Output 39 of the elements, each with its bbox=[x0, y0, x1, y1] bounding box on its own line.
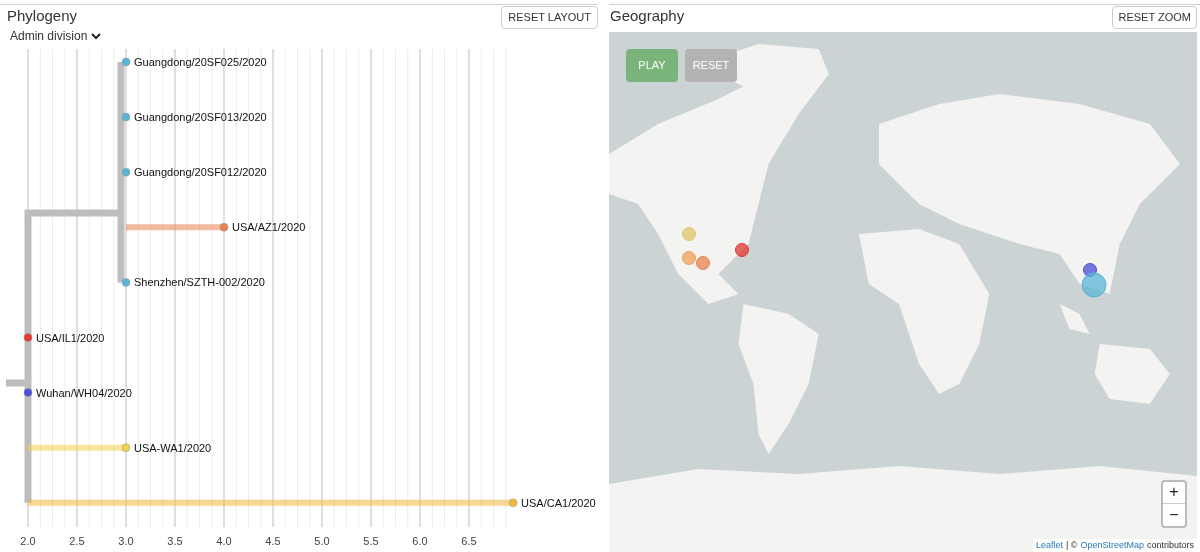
tip-label: Shenzhen/SZTH-002/2020 bbox=[134, 276, 265, 289]
tip-label: USA-WA1/2020 bbox=[134, 441, 212, 454]
tip-dot[interactable] bbox=[121, 167, 131, 177]
reset-zoom-button[interactable]: RESET ZOOM bbox=[1112, 6, 1197, 29]
axis-tick-label: 6.0 bbox=[412, 535, 428, 547]
tip-dot[interactable] bbox=[121, 278, 131, 287]
chevron-down-icon bbox=[91, 32, 102, 40]
zoom-in-button[interactable]: + bbox=[1163, 481, 1185, 504]
tip-dot[interactable] bbox=[508, 498, 518, 508]
axis-tick-label: 4.5 bbox=[265, 535, 281, 547]
reset-layout-button[interactable]: RESET LAYOUT bbox=[501, 6, 598, 29]
axis-tick-label: 6.5 bbox=[461, 535, 477, 547]
leaflet-link[interactable]: Leaflet bbox=[1035, 538, 1063, 552]
tip-dot[interactable] bbox=[121, 112, 131, 122]
tip-label: Guangdong/20SF013/2020 bbox=[134, 111, 267, 124]
axis-tick-label: 4.0 bbox=[216, 535, 232, 547]
axis-tick-label: 5.0 bbox=[314, 535, 330, 547]
tip-dot[interactable] bbox=[23, 333, 33, 342]
tip-label: USA/CA1/2020 bbox=[521, 496, 596, 509]
attribution-separator: | © bbox=[1065, 538, 1078, 552]
axis-tick-label: 3.0 bbox=[118, 535, 134, 547]
tip-dot[interactable] bbox=[121, 443, 131, 452]
axis-tick-label: 3.5 bbox=[167, 535, 183, 547]
axis-tick-label: 2.5 bbox=[69, 535, 85, 547]
panel-title: Phylogeny bbox=[7, 6, 79, 25]
tip-dot[interactable] bbox=[23, 388, 33, 397]
panel-title: Geography bbox=[610, 6, 685, 25]
tip-dot[interactable] bbox=[219, 223, 229, 232]
tip-label: Guangdong/20SF012/2020 bbox=[134, 166, 267, 179]
tip-label: USA/AZ1/2020 bbox=[232, 221, 306, 234]
tip-label: Guangdong/20SF025/2020 bbox=[134, 56, 267, 68]
tip-label: USA/IL1/2020 bbox=[36, 331, 105, 344]
zoom-out-button[interactable]: − bbox=[1163, 503, 1185, 526]
axis-tick-label: 2.0 bbox=[20, 535, 36, 547]
tip-dot[interactable] bbox=[121, 57, 131, 67]
tip-label: Wuhan/WH04/2020 bbox=[36, 386, 132, 399]
openstreetmap-link[interactable]: OpenStreetMap bbox=[1080, 538, 1144, 552]
axis-tick-label: 5.5 bbox=[363, 535, 379, 547]
attribution-text: contributors bbox=[1146, 538, 1194, 552]
